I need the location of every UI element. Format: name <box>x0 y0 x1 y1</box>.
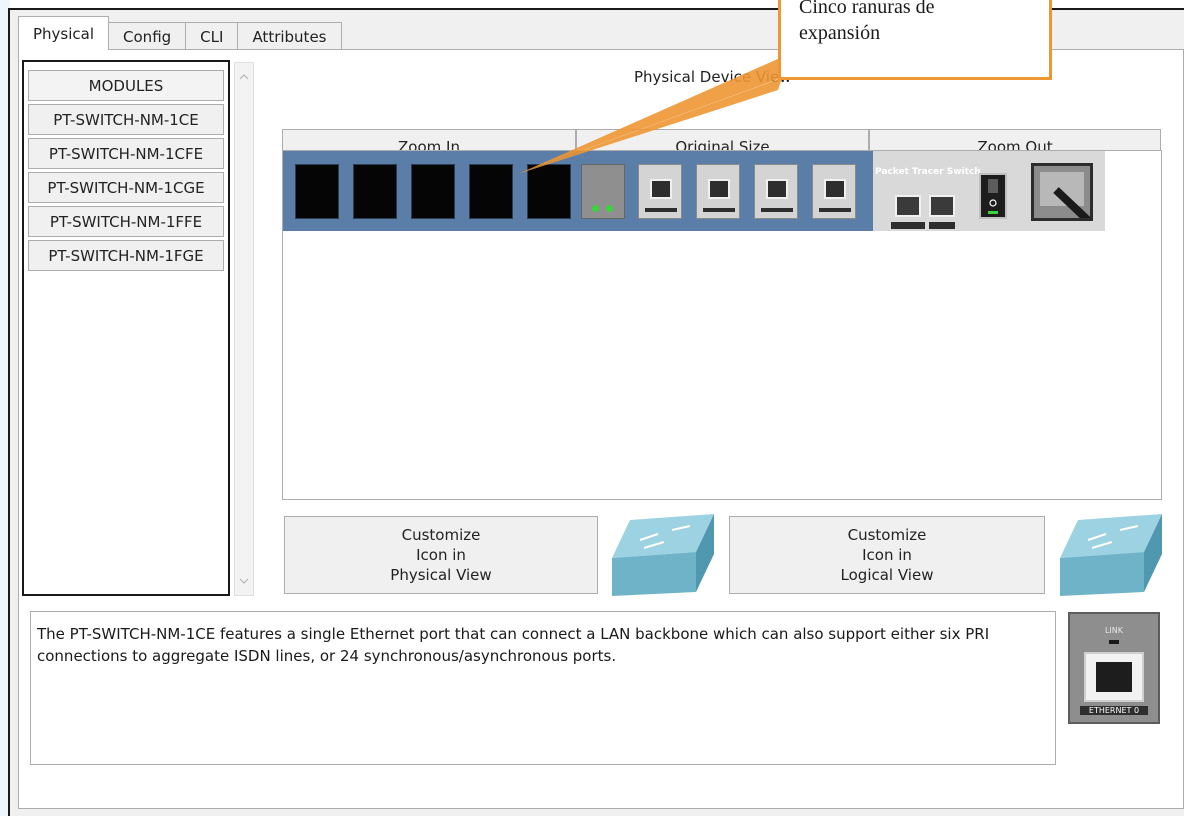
tab-attributes[interactable]: Attributes <box>237 22 342 50</box>
module-description: The PT-SWITCH-NM-1CE features a single E… <box>30 611 1056 765</box>
console-port <box>895 195 921 217</box>
modules-header: MODULES <box>28 70 224 101</box>
link-led <box>1109 640 1119 644</box>
status-led <box>606 205 613 212</box>
button-label-line: Customize <box>401 526 481 544</box>
callout-pointer <box>518 58 792 174</box>
ethernet-port-label: ETHERNET 0 <box>1080 706 1148 715</box>
customize-logical-icon-button[interactable]: Customize Icon in Logical View <box>729 516 1045 594</box>
aux-label <box>929 222 955 229</box>
ethernet-port-icon <box>1084 652 1144 702</box>
button-label-line: Icon in <box>416 546 466 564</box>
tab-config[interactable]: Config <box>108 22 187 50</box>
scroll-up-icon[interactable] <box>235 67 253 87</box>
link-label: LINK <box>1104 626 1124 635</box>
device-model-label: Packet Tracer Switch <box>875 167 981 177</box>
module-item[interactable]: PT-SWITCH-NM-1FGE <box>28 240 224 271</box>
button-label-line: Icon in <box>862 546 912 564</box>
ethernet-port <box>812 164 856 219</box>
module-item[interactable]: PT-SWITCH-NM-1CGE <box>28 172 224 203</box>
module-preview-image: LINK ETHERNET 0 <box>1068 612 1160 724</box>
expansion-slot[interactable] <box>353 164 397 219</box>
button-label-line: Logical View <box>840 566 934 584</box>
module-item[interactable]: PT-SWITCH-NM-1FFE <box>28 206 224 237</box>
tab-physical[interactable]: Physical <box>18 16 110 50</box>
expansion-slot[interactable] <box>411 164 455 219</box>
switch-physical-icon <box>612 514 714 596</box>
power-switch-icon <box>979 173 1007 219</box>
callout-line: expansión <box>799 22 881 44</box>
customize-physical-icon-button[interactable]: Customize Icon in Physical View <box>284 516 598 594</box>
button-label-line: Customize <box>847 526 927 544</box>
console-label <box>891 222 925 229</box>
modules-scrollbar[interactable] <box>234 62 254 596</box>
module-item[interactable]: PT-SWITCH-NM-1CFE <box>28 138 224 169</box>
tab-cli[interactable]: CLI <box>185 22 239 50</box>
button-label-line: Physical View <box>390 566 492 584</box>
aux-port <box>929 195 955 217</box>
callout-line: Cinco ranuras de <box>799 0 935 18</box>
callout-annotation: Cinco ranuras de expansión <box>778 0 1052 80</box>
switch-logical-icon <box>1060 514 1162 596</box>
expansion-slot[interactable] <box>295 164 339 219</box>
module-item[interactable]: PT-SWITCH-NM-1CE <box>28 104 224 135</box>
scroll-down-icon[interactable] <box>235 571 253 591</box>
status-led <box>592 205 599 212</box>
modules-list[interactable]: MODULES PT-SWITCH-NM-1CE PT-SWITCH-NM-1C… <box>22 60 230 596</box>
tab-bar: Physical Config CLI Attributes <box>18 16 342 50</box>
power-connector-icon <box>1031 163 1097 229</box>
